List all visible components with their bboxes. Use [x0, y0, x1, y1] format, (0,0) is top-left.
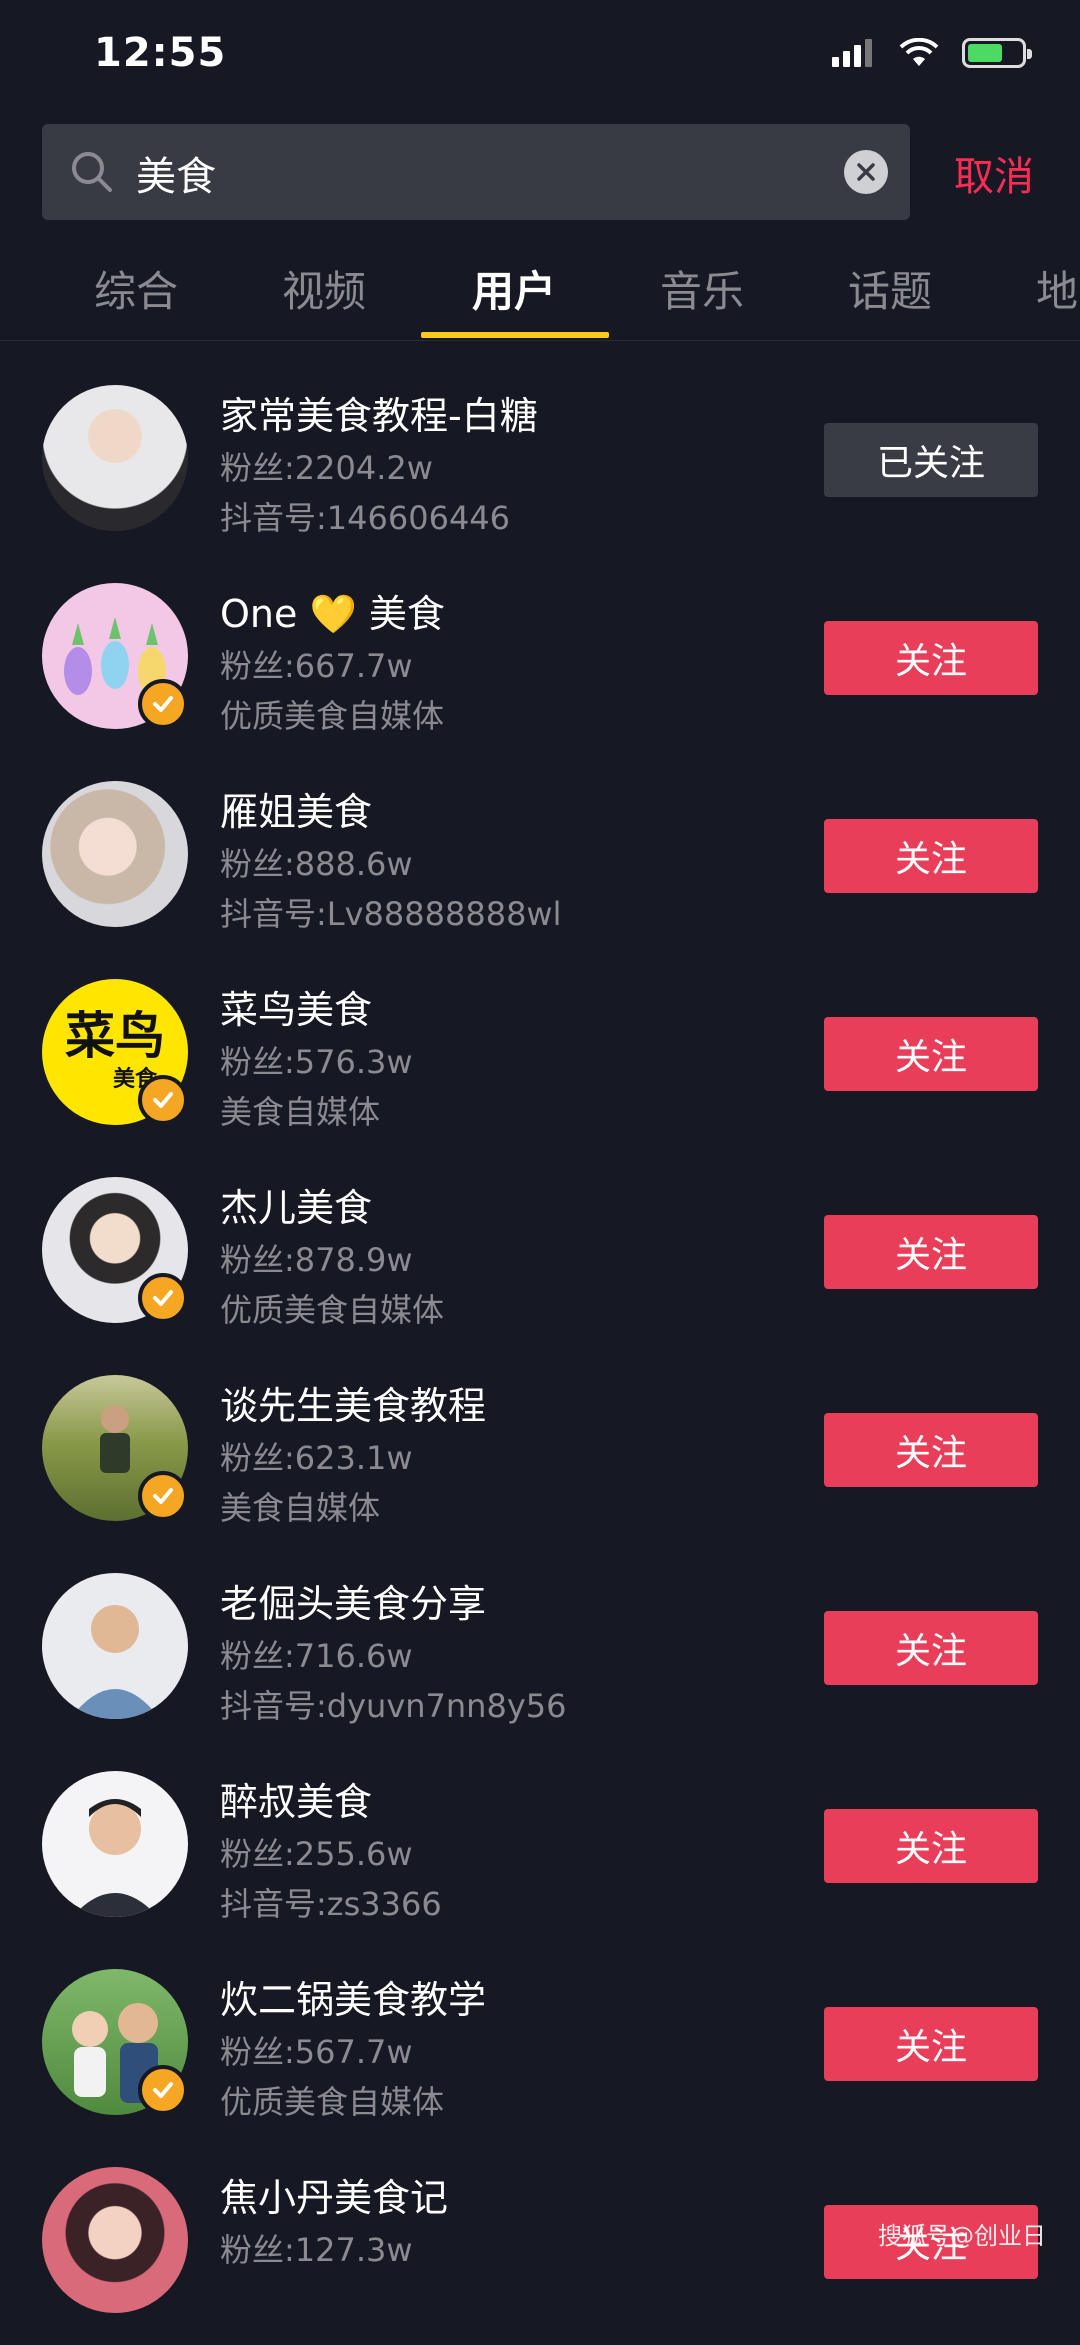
user-id: 抖音号:146606446 [220, 499, 511, 537]
follow-button[interactable]: 关注 [824, 1809, 1038, 1883]
tab-videos[interactable]: 视频 [282, 258, 366, 319]
follow-button[interactable]: 关注 [824, 1413, 1038, 1487]
follow-button[interactable]: 关注 [824, 819, 1038, 893]
user-description: 美食自媒体 [220, 1093, 381, 1131]
avatar[interactable] [42, 1771, 188, 1917]
tab-active-indicator [421, 332, 609, 338]
user-name: 家常美食教程-白糖 [220, 394, 538, 438]
tab-topics[interactable]: 话题 [848, 258, 932, 319]
avatar[interactable] [42, 385, 188, 531]
user-fans: 粉丝:255.6w [220, 1835, 413, 1873]
user-fans: 粉丝:888.6w [220, 845, 413, 883]
user-row[interactable]: 老倔头美食分享 粉丝:716.6w 抖音号:dyuvn7nn8y56 关注 [0, 1553, 1080, 1751]
status-icons [832, 38, 1032, 68]
user-row[interactable]: 家常美食教程-白糖 粉丝:2204.2w 抖音号:146606446 已关注 [0, 365, 1080, 563]
user-row[interactable]: One 💛 美食 粉丝:667.7w 优质美食自媒体 关注 [0, 563, 1080, 761]
user-id: 抖音号:Lv88888888wl [220, 895, 562, 933]
user-name: 焦小丹美食记 [220, 2176, 449, 2220]
user-name: 醉叔美食 [220, 1780, 373, 1824]
user-name: 谈先生美食教程 [220, 1384, 487, 1428]
search-tabs: 综合 视频 用户 音乐 话题 地 [0, 250, 1080, 341]
tab-music[interactable]: 音乐 [660, 258, 744, 319]
signal-icon [832, 39, 872, 67]
person-image [70, 1605, 160, 1719]
user-id: 抖音号:dyuvn7nn8y56 [220, 1687, 567, 1725]
user-fans: 粉丝:716.6w [220, 1637, 413, 1675]
user-row[interactable]: 菜鸟 美食 菜鸟美食 粉丝:576.3w 美食自媒体 关注 [0, 959, 1080, 1157]
followed-button[interactable]: 已关注 [824, 423, 1038, 497]
user-fans: 粉丝:623.1w [220, 1439, 413, 1477]
wifi-icon [899, 38, 939, 66]
avatar[interactable] [42, 1969, 188, 2115]
clear-icon[interactable] [844, 150, 888, 194]
user-row[interactable]: 炊二锅美食教学 粉丝:567.7w 优质美食自媒体 关注 [0, 1949, 1080, 2147]
user-description: 优质美食自媒体 [220, 2083, 445, 2121]
search-row: 美食 取消 [0, 124, 1080, 220]
search-input[interactable]: 美食 [136, 144, 216, 202]
verified-badge-icon [138, 679, 188, 729]
user-fans: 粉丝:2204.2w [220, 449, 433, 487]
user-fans: 粉丝:878.9w [220, 1241, 413, 1279]
verified-badge-icon [138, 2065, 188, 2115]
user-row[interactable]: 谈先生美食教程 粉丝:623.1w 美食自媒体 关注 [0, 1355, 1080, 1553]
user-fans: 粉丝:567.7w [220, 2033, 413, 2071]
user-name: One 💛 美食 [220, 592, 445, 636]
avatar[interactable] [42, 1177, 188, 1323]
search-box[interactable]: 美食 [42, 124, 910, 220]
tab-users[interactable]: 用户 [472, 258, 556, 319]
avatar[interactable] [42, 1375, 188, 1521]
user-name: 杰儿美食 [220, 1186, 373, 1230]
follow-button[interactable]: 关注 [824, 1017, 1038, 1091]
follow-button[interactable]: 关注 [824, 1215, 1038, 1289]
tab-comprehensive[interactable]: 综合 [94, 258, 178, 319]
avatar[interactable] [42, 781, 188, 927]
follow-button[interactable]: 关注 [824, 2007, 1038, 2081]
user-name: 老倔头美食分享 [220, 1582, 487, 1626]
avatar[interactable] [42, 583, 188, 729]
user-name: 炊二锅美食教学 [220, 1978, 487, 2022]
follow-button[interactable]: 关注 [824, 1611, 1038, 1685]
cancel-button[interactable]: 取消 [954, 144, 1034, 202]
user-row[interactable]: 雁姐美食 粉丝:888.6w 抖音号:Lv88888888wl 关注 [0, 761, 1080, 959]
status-bar: 12:55 [0, 0, 1080, 120]
avatar[interactable] [42, 1573, 188, 1719]
user-description: 美食自媒体 [220, 1489, 381, 1527]
avatar[interactable]: 菜鸟 美食 [42, 979, 188, 1125]
user-description: 优质美食自媒体 [220, 697, 445, 735]
person-image [72, 1799, 158, 1917]
avatar-logo-text: 菜鸟 [65, 1007, 165, 1065]
user-row[interactable]: 醉叔美食 粉丝:255.6w 抖音号:zs3366 关注 [0, 1751, 1080, 1949]
watermark: 搜狐号@创业日 [878, 2222, 1046, 2250]
user-name: 雁姐美食 [220, 790, 373, 834]
user-name: 菜鸟美食 [220, 988, 373, 1032]
user-fans: 粉丝:576.3w [220, 1043, 413, 1081]
verified-badge-icon [138, 1075, 188, 1125]
follow-button[interactable]: 关注 [824, 621, 1038, 695]
user-description: 优质美食自媒体 [220, 1291, 445, 1329]
tab-location[interactable]: 地 [1036, 258, 1078, 319]
avatar[interactable] [42, 2167, 188, 2313]
verified-badge-icon [138, 1471, 188, 1521]
user-row[interactable]: 杰儿美食 粉丝:878.9w 优质美食自媒体 关注 [0, 1157, 1080, 1355]
user-id: 抖音号:zs3366 [220, 1885, 442, 1923]
user-fans: 粉丝:667.7w [220, 647, 413, 685]
battery-icon [962, 38, 1032, 68]
user-fans: 粉丝:127.3w [220, 2231, 413, 2269]
status-time: 12:55 [94, 30, 227, 76]
search-icon [72, 152, 112, 192]
verified-badge-icon [138, 1273, 188, 1323]
